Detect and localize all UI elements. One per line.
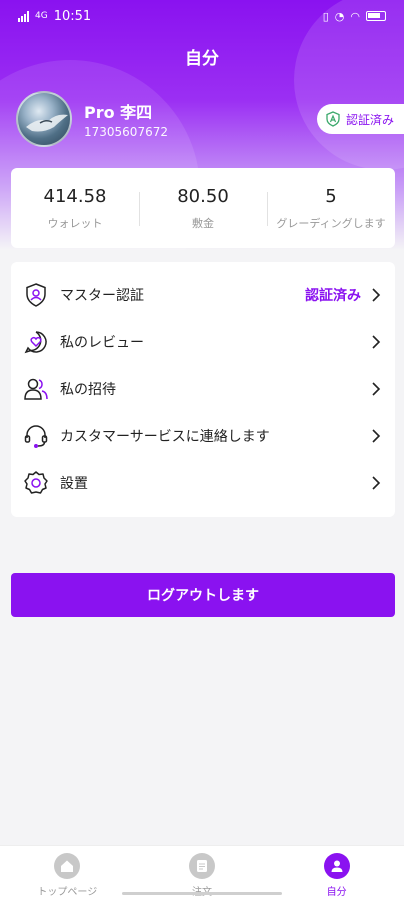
battery-icon [366, 11, 386, 21]
users-icon [24, 378, 48, 400]
menu-item-invites[interactable]: 私の招待 [11, 365, 395, 412]
verified-badge-label: 認証済み [345, 112, 394, 127]
stat-value: 414.58 [43, 185, 107, 207]
status-time: 10:51 [53, 8, 92, 24]
nav-label: 自分 [326, 887, 347, 898]
menu-item-label: 私の招待 [60, 381, 116, 398]
menu-item-label: マスター認証 [60, 287, 144, 304]
nav-item-me[interactable]: 自分 [269, 846, 404, 900]
menu-item-label: 私のレビュー [60, 334, 144, 351]
vibrate-icon: ▯ [322, 9, 329, 23]
status-bar: 4G 10:51 ▯ ◔ ◠ [0, 0, 404, 32]
chevron-right-icon [372, 287, 381, 302]
stat-deposit[interactable]: 80.50 敷金 [139, 186, 267, 231]
chevron-right-icon [372, 381, 381, 396]
home-indicator [122, 892, 282, 895]
menu-item-support[interactable]: カスタマーサービスに連絡します [11, 412, 395, 459]
logout-button[interactable]: ログアウトします [11, 573, 395, 617]
menu-item-settings[interactable]: 設置 [11, 459, 395, 506]
menu-item-label: 設置 [60, 475, 88, 492]
gear-icon [24, 470, 48, 494]
stat-wallet[interactable]: 414.58 ウォレット [11, 186, 139, 231]
menu-item-status: 認証済み [305, 287, 361, 304]
page-title: 自分 [185, 49, 219, 69]
stat-label: ウォレット [47, 216, 103, 230]
heart-chat-icon [24, 330, 47, 353]
menu-item-label: カスタマーサービスに連絡します [60, 428, 270, 445]
signal-icon [18, 10, 29, 22]
menu-item-master-auth[interactable]: マスター認証 認証済み [11, 271, 395, 318]
stats-card: 414.58 ウォレット 80.50 敷金 5 グレーディングします [11, 168, 395, 248]
menu-item-reviews[interactable]: 私のレビュー [11, 318, 395, 365]
stat-grading[interactable]: 5 グレーディングします [267, 186, 395, 231]
user-name: Pro 李四 [84, 103, 153, 122]
chevron-right-icon [372, 428, 381, 443]
stat-value: 5 [325, 185, 337, 207]
shield-person-icon [26, 282, 46, 307]
document-icon [189, 853, 215, 879]
chevron-right-icon [372, 475, 381, 490]
stat-label: グレーディングします [276, 216, 386, 230]
user-phone: 17305607672 [84, 125, 168, 139]
menu-card: マスター認証 認証済み 私のレビュー 私の招待 カスタマーサービスに連絡します [11, 262, 395, 517]
network-type: 4G [35, 11, 48, 21]
nav-item-home[interactable]: トップページ [0, 846, 135, 900]
shield-check-icon [326, 111, 340, 127]
nav-label: トップページ [37, 887, 98, 898]
verified-badge[interactable]: 認証済み [316, 104, 404, 134]
nav-label: 注文 [192, 883, 212, 898]
chevron-right-icon [372, 334, 381, 349]
headset-icon [24, 424, 48, 448]
stat-label: 敷金 [192, 216, 214, 230]
wifi-icon: ◠ [350, 9, 360, 23]
alarm-icon: ◔ [334, 9, 345, 23]
stat-value: 80.50 [177, 185, 229, 207]
avatar[interactable] [16, 91, 72, 147]
person-icon [323, 853, 350, 879]
home-icon [54, 853, 81, 879]
